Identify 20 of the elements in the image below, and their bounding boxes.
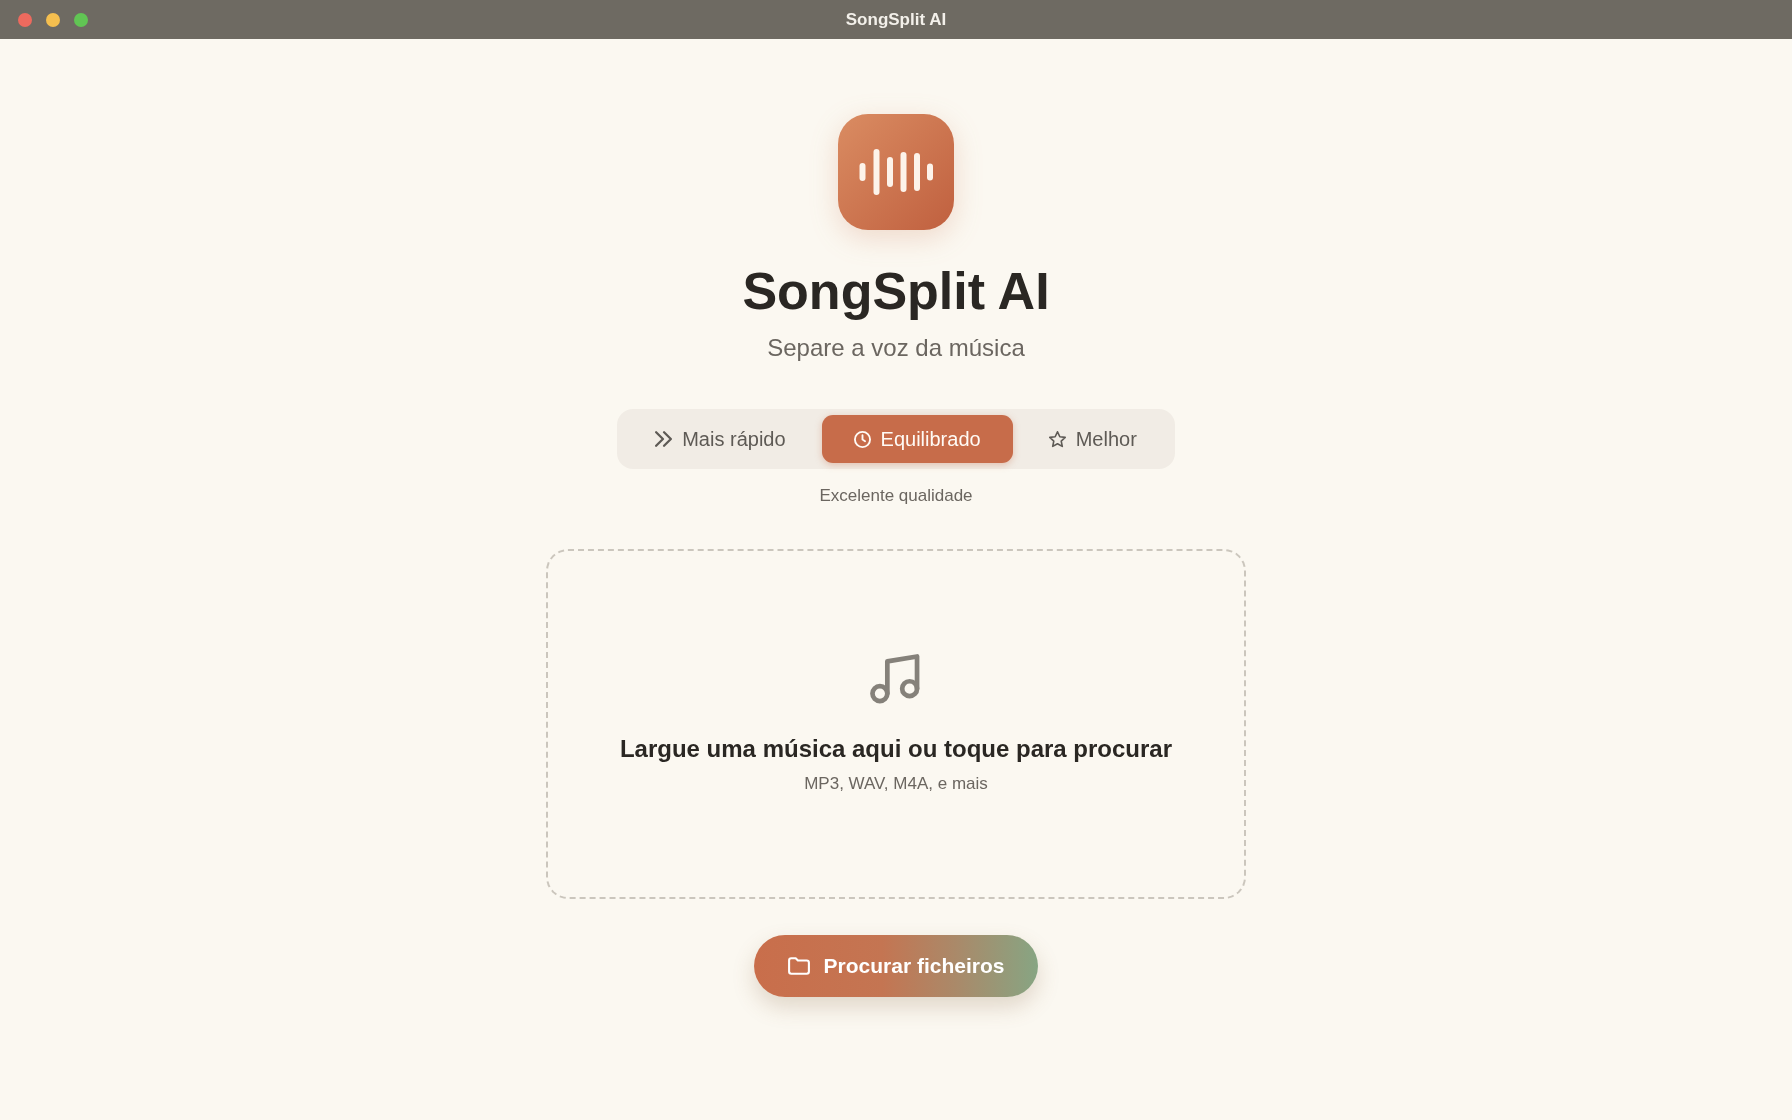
clock-icon — [853, 430, 871, 448]
quality-mode-tab[interactable]: Equilibrado — [821, 415, 1013, 463]
music-note-icon — [870, 653, 922, 706]
quality-mode-tab[interactable]: Melhor — [1016, 415, 1169, 463]
drop-zone[interactable]: Largue uma música aqui ou toque para procurar MP3, WAV, M4A, e mais — [546, 549, 1246, 899]
drop-zone-title: Largue uma música aqui ou toque para procurar — [619, 733, 1173, 764]
star-icon — [1048, 430, 1066, 448]
window-close-button[interactable] — [18, 12, 32, 27]
window-zoom-button[interactable] — [74, 12, 88, 27]
quality-description: Excelente qualidade — [819, 485, 973, 507]
window-minimize-button[interactable] — [46, 12, 60, 27]
double-chevron-icon — [655, 431, 673, 447]
app-title: SongSplit AI — [742, 261, 1050, 321]
supported-formats: MP3, WAV, M4A, e mais — [804, 772, 988, 795]
app-tagline: Separe a voz da música — [767, 333, 1025, 363]
browse-files-button[interactable]: Procurar ficheiros — [753, 935, 1039, 997]
waveform-logo-icon — [838, 114, 954, 230]
window-title: SongSplit AI — [845, 9, 947, 30]
folder-icon — [787, 957, 810, 975]
quality-mode-tab[interactable]: Mais rápido — [623, 415, 818, 463]
